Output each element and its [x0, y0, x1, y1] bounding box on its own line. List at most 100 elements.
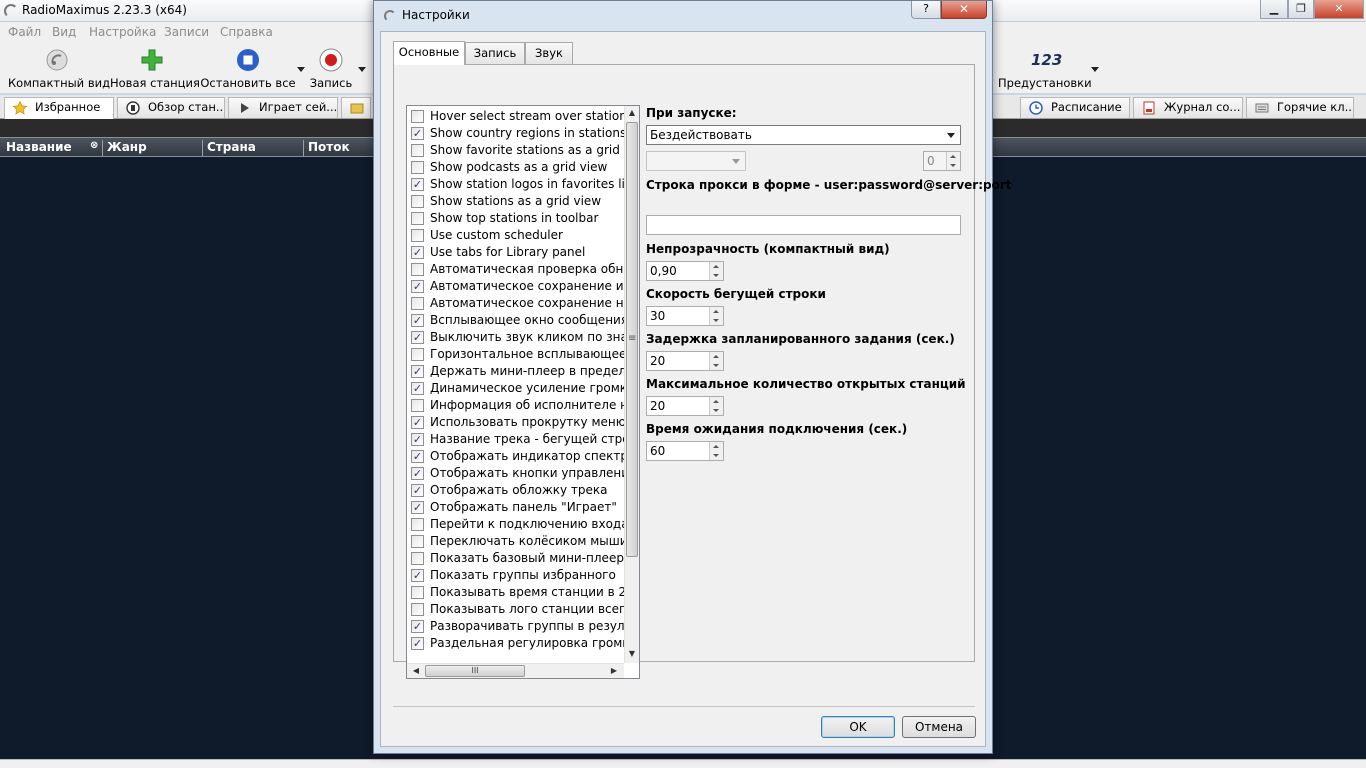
- option-row[interactable]: ✓ Разворачивать группы в результатах: [411, 618, 626, 635]
- checkbox[interactable]: ✓: [411, 178, 424, 191]
- option-row[interactable]: Hover select stream over stations: [411, 108, 626, 125]
- checkbox[interactable]: ✓: [411, 569, 424, 582]
- option-row[interactable]: ✓ Раздельная регулировка громкости: [411, 635, 626, 652]
- option-row[interactable]: Show podcasts as a grid view: [411, 159, 626, 176]
- option-row[interactable]: ✓ Use tabs for Library panel: [411, 244, 626, 261]
- menu-settings[interactable]: Настройка: [89, 25, 156, 39]
- vertical-scroll-thumb[interactable]: ≡: [626, 122, 638, 557]
- option-row[interactable]: Use custom scheduler: [411, 227, 626, 244]
- spin-arrows-icon[interactable]: [709, 262, 723, 280]
- compact-view-button[interactable]: Компактный вид: [8, 46, 110, 92]
- proxy-input[interactable]: [646, 215, 961, 235]
- tab-log[interactable]: Журнал со...: [1133, 97, 1243, 118]
- checkbox[interactable]: [411, 212, 424, 225]
- checkbox[interactable]: ✓: [411, 365, 424, 378]
- secondary-combobox[interactable]: [646, 151, 746, 171]
- option-row[interactable]: ✓ Использовать прокрутку меню: [411, 414, 626, 431]
- option-row[interactable]: Show top stations in toolbar: [411, 210, 626, 227]
- checkbox[interactable]: [411, 297, 424, 310]
- dialog-close-button[interactable]: ✕: [941, 1, 987, 19]
- scroll-right-icon[interactable]: ▶: [607, 664, 621, 678]
- option-row[interactable]: ✓ Отображать обложку трека: [411, 482, 626, 499]
- ok-button[interactable]: OK: [821, 716, 895, 738]
- option-row[interactable]: ✓ Автоматическое сохранение избранного: [411, 278, 626, 295]
- spin-arrows-icon[interactable]: [709, 307, 723, 325]
- checkbox[interactable]: ✓: [411, 450, 424, 463]
- scroll-up-icon[interactable]: ▲: [625, 106, 639, 120]
- checkbox[interactable]: [411, 399, 424, 412]
- tab-schedule[interactable]: Расписание: [1020, 97, 1130, 118]
- checkbox[interactable]: [411, 195, 424, 208]
- checkbox[interactable]: [411, 535, 424, 548]
- scroll-down-icon[interactable]: ▼: [625, 647, 639, 661]
- option-row[interactable]: Показывать время станции в 24-часовом: [411, 584, 626, 601]
- option-row[interactable]: ✓ Отображать панель "Играет": [411, 499, 626, 516]
- tab-recording[interactable]: Запись: [465, 42, 525, 64]
- tab-browse-stations[interactable]: Обзор стан...: [117, 97, 225, 118]
- checkbox[interactable]: ✓: [411, 314, 424, 327]
- horizontal-scroll-thumb[interactable]: III: [425, 665, 525, 677]
- option-row[interactable]: ✓ Show station logos in favorites list vi…: [411, 176, 626, 193]
- checkbox[interactable]: ✓: [411, 246, 424, 259]
- checkbox[interactable]: ✓: [411, 416, 424, 429]
- help-button[interactable]: ?: [911, 1, 941, 19]
- tab-hotkeys[interactable]: Горячие кл...: [1246, 97, 1354, 118]
- checkbox[interactable]: ✓: [411, 382, 424, 395]
- option-row[interactable]: ✓ Держать мини-плеер в пределах окна: [411, 363, 626, 380]
- record-button[interactable]: Запись: [308, 46, 354, 92]
- close-button[interactable]: ✕: [1314, 0, 1364, 19]
- ticker-speed-spinbox[interactable]: 30: [646, 306, 724, 326]
- option-row[interactable]: ✓ Show country regions in stations browse…: [411, 125, 626, 142]
- option-row[interactable]: Автоматическая проверка обновлений: [411, 261, 626, 278]
- startup-combobox[interactable]: Бездействовать: [646, 125, 961, 145]
- checkbox[interactable]: ✓: [411, 484, 424, 497]
- checkbox[interactable]: [411, 348, 424, 361]
- spin-arrows-icon[interactable]: [946, 152, 960, 170]
- option-row[interactable]: Show stations as a grid view: [411, 193, 626, 210]
- options-vertical-scrollbar[interactable]: ▲ ≡ ▼: [624, 106, 639, 663]
- max-stations-spinbox[interactable]: 20: [646, 396, 724, 416]
- checkbox[interactable]: ✓: [411, 433, 424, 446]
- tab-hidden-partial[interactable]: [341, 97, 371, 118]
- record-dropdown-icon[interactable]: [358, 67, 366, 72]
- option-row[interactable]: ✓ Динамическое усиление громкости: [411, 380, 626, 397]
- option-row[interactable]: ✓ Отображать кнопки управления в: [411, 465, 626, 482]
- option-row[interactable]: Информация об исполнителе над: [411, 397, 626, 414]
- options-horizontal-scrollbar[interactable]: ◀ III ▶: [407, 663, 624, 678]
- column-name[interactable]: Название ⊗: [6, 140, 103, 156]
- checkbox[interactable]: [411, 144, 424, 157]
- option-row[interactable]: ✓ Название трека - бегущей строкой: [411, 431, 626, 448]
- checkbox[interactable]: ✓: [411, 467, 424, 480]
- option-row[interactable]: ✓ Всплывающее окно сообщения при: [411, 312, 626, 329]
- column-stream[interactable]: Поток: [308, 140, 378, 156]
- cancel-button[interactable]: Отмена: [902, 716, 976, 738]
- menu-file[interactable]: Файл: [8, 25, 41, 39]
- opacity-spinbox[interactable]: 0,90: [646, 261, 724, 281]
- option-row[interactable]: Переключать колёсиком мыши станции: [411, 533, 626, 550]
- checkbox[interactable]: ✓: [411, 127, 424, 140]
- task-delay-spinbox[interactable]: 20: [646, 351, 724, 371]
- spin-arrows-icon[interactable]: [709, 352, 723, 370]
- option-row[interactable]: ✓ Выключить звук кликом по значку: [411, 329, 626, 346]
- option-row[interactable]: Показывать лого станции всегда в: [411, 601, 626, 618]
- column-genre[interactable]: Жанр: [107, 140, 203, 156]
- stop-all-button[interactable]: Остановить все: [200, 46, 296, 92]
- option-row[interactable]: ✓ Показать группы избранного: [411, 567, 626, 584]
- menu-view[interactable]: Вид: [52, 25, 76, 39]
- checkbox[interactable]: [411, 229, 424, 242]
- column-country[interactable]: Страна: [207, 140, 304, 156]
- new-station-button[interactable]: Новая станция: [110, 46, 200, 92]
- tab-now-playing[interactable]: Играет сей...: [228, 97, 338, 118]
- option-row[interactable]: Перейти к подключению входа в сеть: [411, 516, 626, 533]
- checkbox[interactable]: [411, 263, 424, 276]
- option-row[interactable]: Показать базовый мини-плеер: [411, 550, 626, 567]
- minimize-button[interactable]: ▁: [1260, 0, 1288, 19]
- menu-records[interactable]: Записи: [164, 25, 209, 39]
- checkbox[interactable]: ✓: [411, 280, 424, 293]
- checkbox[interactable]: ✓: [411, 620, 424, 633]
- checkbox[interactable]: [411, 586, 424, 599]
- checkbox[interactable]: ✓: [411, 331, 424, 344]
- option-row[interactable]: ✓ Отображать индикатор спектра/уровня: [411, 448, 626, 465]
- connect-timeout-spinbox[interactable]: 60: [646, 441, 724, 461]
- presets-button[interactable]: 123 Предустановки: [998, 46, 1092, 92]
